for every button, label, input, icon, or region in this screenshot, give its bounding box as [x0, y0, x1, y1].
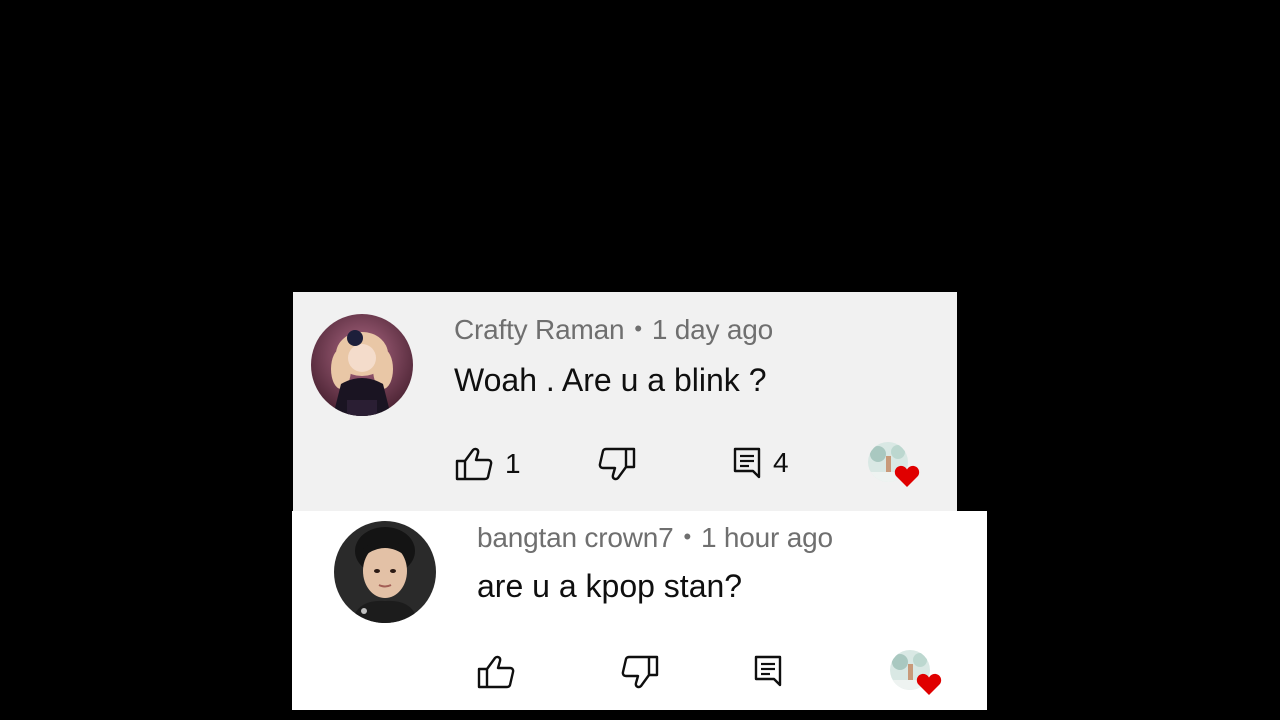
- thumbs-down-icon: [598, 447, 636, 481]
- creator-heart-badge[interactable]: [890, 650, 946, 700]
- video-overlay-stage: Crafty Raman • 1 day ago Woah . Are u a bl…: [0, 0, 1280, 720]
- comment-card: Crafty Raman • 1 day ago Woah . Are u a bl…: [293, 292, 957, 511]
- commenter-avatar[interactable]: [311, 314, 413, 416]
- heart-icon: [916, 673, 942, 695]
- comment-meta: Crafty Raman • 1 day ago: [454, 314, 773, 346]
- author-name[interactable]: bangtan crown7: [477, 522, 674, 553]
- meta-separator: •: [634, 316, 642, 341]
- meta-separator: •: [683, 524, 691, 549]
- thumbs-up-icon: [455, 447, 493, 481]
- commenter-avatar[interactable]: [334, 521, 436, 623]
- reply-count: 4: [773, 447, 789, 478]
- heart-icon: [894, 465, 920, 487]
- like-count: 1: [505, 448, 521, 479]
- reply-button[interactable]: 4: [733, 447, 789, 479]
- comment-card: bangtan crown7 • 1 hour ago are u a kpop s…: [292, 511, 987, 710]
- comment-icon: [733, 447, 761, 479]
- comment-time[interactable]: 1 day ago: [652, 314, 773, 345]
- reply-button[interactable]: [754, 655, 794, 687]
- avatar-image: [334, 521, 436, 623]
- author-name[interactable]: Crafty Raman: [454, 314, 625, 345]
- thumbs-up-icon: [477, 655, 515, 689]
- like-button[interactable]: 1: [455, 447, 521, 481]
- comment-meta: bangtan crown7 • 1 hour ago: [477, 522, 833, 554]
- dislike-button[interactable]: [598, 447, 636, 481]
- like-button[interactable]: [477, 655, 527, 689]
- comment-text: Woah . Are u a blink ?: [454, 362, 767, 398]
- dislike-button[interactable]: [621, 655, 659, 689]
- comment-icon: [754, 655, 782, 687]
- thumbs-down-icon: [621, 655, 659, 689]
- avatar-image: [311, 314, 413, 416]
- comment-text: are u a kpop stan?: [477, 568, 743, 604]
- creator-heart-badge[interactable]: [868, 442, 924, 492]
- comment-time[interactable]: 1 hour ago: [701, 522, 833, 553]
